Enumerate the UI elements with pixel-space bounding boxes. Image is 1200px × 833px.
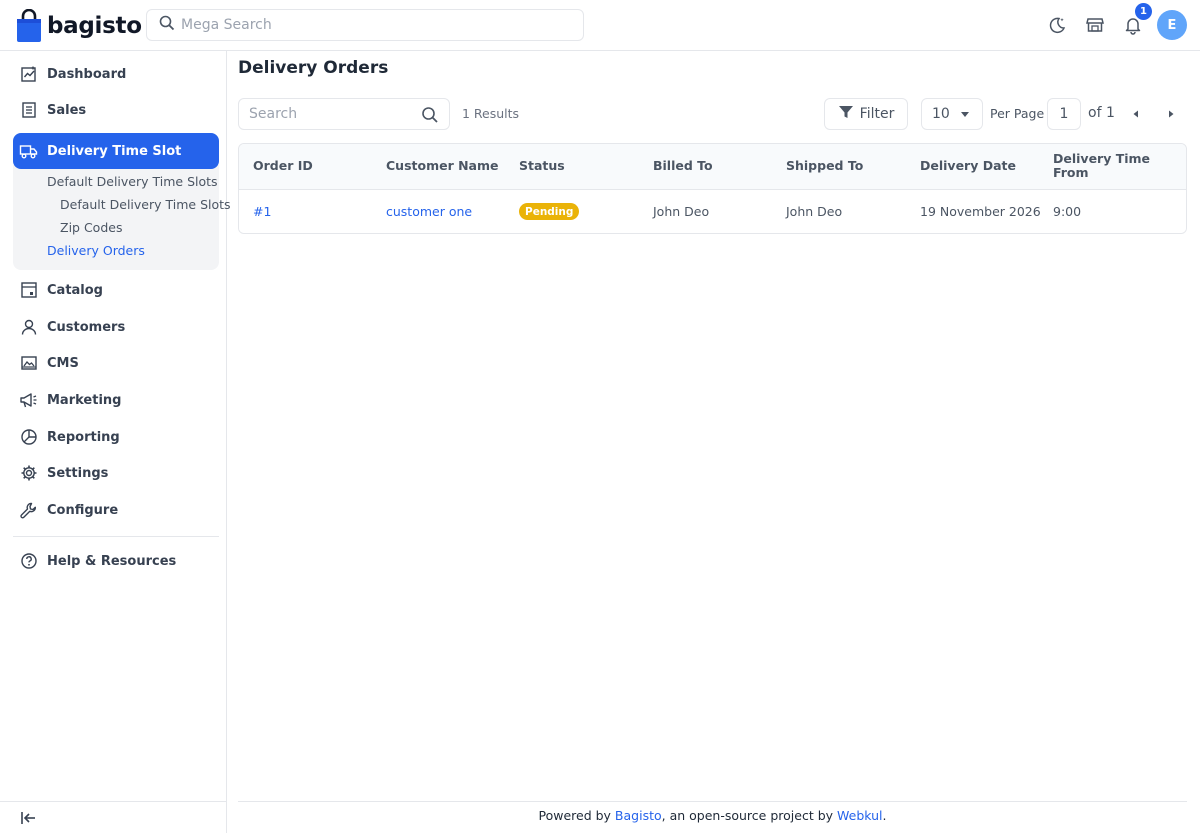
previous-page-icon[interactable] [1126, 104, 1146, 124]
sidebar-item-label: Catalog [47, 282, 103, 298]
column-header-shipped-to[interactable]: Shipped To [786, 159, 863, 173]
bagisto-link[interactable]: Bagisto [615, 808, 662, 823]
table-header: Order ID Customer Name Status Billed To … [239, 144, 1186, 190]
chevron-down-icon [961, 112, 969, 117]
delivery-orders-table: Order ID Customer Name Status Billed To … [238, 143, 1187, 234]
sidebar-item-cms[interactable]: CMS [13, 345, 219, 381]
sidebar: Dashboard Sales Default Delivery Time Sl… [0, 51, 231, 833]
sidebar-item-label: Marketing [47, 392, 122, 408]
sidebar-item-dashboard[interactable]: Dashboard [13, 56, 219, 92]
cms-icon [19, 354, 38, 373]
customer-name-link[interactable]: customer one [386, 204, 472, 219]
table-row: #1 customer one Pending John Deo John De… [239, 190, 1186, 233]
submenu-item-delivery-orders[interactable]: Delivery Orders [47, 243, 145, 258]
per-page-value: 10 [932, 106, 950, 122]
dashboard-icon [19, 65, 38, 84]
filter-icon [838, 104, 854, 124]
notification-count-badge: 1 [1135, 3, 1152, 20]
brand-name: bagisto [47, 12, 142, 39]
pie-chart-icon [19, 428, 38, 447]
webkul-link[interactable]: Webkul [837, 808, 883, 823]
filter-label: Filter [859, 106, 895, 122]
column-header-status[interactable]: Status [519, 159, 565, 173]
sidebar-item-help-resources[interactable]: Help & Resources [13, 543, 219, 579]
top-header: bagisto 1 E [0, 0, 1200, 51]
per-page-label: Per Page [990, 106, 1045, 121]
sidebar-item-label: Configure [47, 502, 119, 518]
sidebar-item-sales[interactable]: Sales [13, 92, 219, 128]
sidebar-item-settings[interactable]: Settings [13, 455, 219, 491]
sidebar-item-label: Dashboard [47, 66, 127, 82]
collapse-sidebar-icon[interactable] [19, 809, 37, 831]
sidebar-item-label: Reporting [47, 429, 120, 445]
datagrid-search[interactable] [238, 98, 450, 130]
delivery-time-slot-submenu: Default Delivery Time Slots Default Deli… [13, 165, 231, 270]
sidebar-item-reporting[interactable]: Reporting [13, 419, 219, 455]
shipped-to-cell: John Deo [786, 204, 843, 219]
footer-middle: , an open-source project by [661, 808, 837, 823]
mega-search-input[interactable] [181, 17, 561, 33]
megaphone-icon [19, 391, 38, 410]
next-page-icon[interactable] [1161, 104, 1181, 124]
sidebar-item-label: Customers [47, 319, 126, 335]
results-count: 1 Results [462, 106, 520, 121]
sidebar-item-label: Delivery Time Slot [47, 143, 182, 159]
delivery-truck-icon [19, 142, 38, 161]
sidebar-item-delivery-time-slot[interactable]: Delivery Time Slot [13, 133, 219, 169]
sidebar-item-customers[interactable]: Customers [13, 309, 219, 345]
column-header-billed-to[interactable]: Billed To [653, 159, 713, 173]
user-icon [19, 318, 38, 337]
status-badge: Pending [519, 203, 580, 220]
sidebar-item-label: CMS [47, 355, 79, 371]
delivery-date-cell: 19 November 2026 [920, 204, 1041, 219]
storefront-icon[interactable] [1084, 14, 1106, 36]
shopping-bag-icon [17, 8, 41, 42]
sidebar-item-catalog[interactable]: Catalog [13, 272, 219, 308]
order-id-link[interactable]: #1 [253, 204, 271, 219]
sidebar-item-configure[interactable]: Configure [13, 492, 219, 528]
footer-divider [238, 801, 1187, 802]
sidebar-bottom-divider [0, 801, 226, 802]
moon-icon[interactable] [1046, 14, 1068, 36]
footer-suffix: . [882, 808, 887, 823]
user-avatar[interactable]: E [1157, 10, 1187, 40]
datagrid-search-input[interactable] [249, 106, 409, 122]
page-total: of 1 [1088, 105, 1115, 121]
mega-search-bar[interactable] [146, 9, 584, 41]
footer-prefix: Powered by [538, 808, 615, 823]
sidebar-item-label: Settings [47, 465, 109, 481]
sidebar-divider [13, 536, 219, 537]
submenu-item-default-delivery-time-slots[interactable]: Default Delivery Time Slots [47, 174, 218, 189]
gear-icon [19, 464, 38, 483]
filter-button[interactable]: Filter [824, 98, 908, 130]
page-title: Delivery Orders [238, 58, 389, 78]
column-header-order-id[interactable]: Order ID [253, 159, 313, 173]
catalog-icon [19, 281, 38, 300]
receipt-icon [19, 101, 38, 120]
help-icon [19, 552, 38, 571]
search-icon[interactable] [421, 106, 439, 128]
bagisto-logo[interactable]: bagisto [17, 8, 142, 42]
footer: Powered by Bagisto, an open-source proje… [238, 808, 1187, 823]
page-number-input[interactable] [1047, 98, 1081, 130]
column-header-delivery-time-from[interactable]: Delivery Time From [1053, 152, 1163, 180]
wrench-icon [19, 501, 38, 520]
billed-to-cell: John Deo [653, 204, 710, 219]
column-header-customer-name[interactable]: Customer Name [386, 159, 499, 173]
per-page-select[interactable]: 10 [921, 98, 983, 130]
column-header-delivery-date[interactable]: Delivery Date [920, 159, 1016, 173]
sidebar-item-label: Help & Resources [47, 553, 177, 569]
submenu-item-zip-codes[interactable]: Zip Codes [60, 220, 122, 235]
delivery-time-from-cell: 9:00 [1053, 204, 1082, 219]
sidebar-item-marketing[interactable]: Marketing [13, 382, 219, 418]
search-icon [159, 15, 175, 35]
sidebar-item-label: Sales [47, 102, 87, 118]
submenu-item-default-delivery-time-slots-child[interactable]: Default Delivery Time Slots [60, 197, 231, 212]
